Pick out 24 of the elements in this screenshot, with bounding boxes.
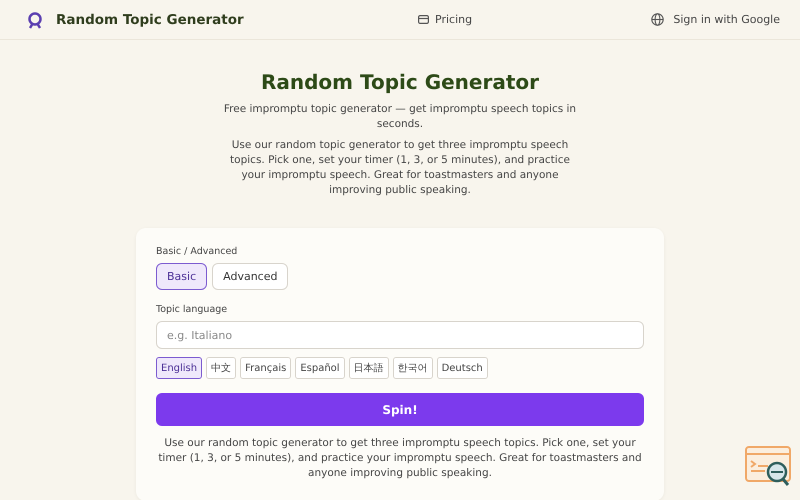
brand-name[interactable]: Random Topic Generator — [56, 12, 244, 28]
card-icon — [418, 15, 429, 24]
language-chip[interactable]: Français — [240, 357, 292, 379]
sign-in-link[interactable]: Sign in with Google — [651, 13, 780, 26]
info-text: Use our random topic generator to get three impromptu speech topics. Pick one, set your timer (1, 3, or 5 minutes), and practice your impromptu speech. Great for toastmasters and anyone improving public speaking. — [157, 436, 643, 481]
language-chip[interactable]: Deutsch — [436, 357, 488, 379]
terminal-search-icon[interactable] — [744, 444, 792, 488]
page-title: Random Topic Generator — [260, 70, 540, 94]
subtitle: Free impromptu topic generator — get impromptu speech topics in seconds. — [222, 102, 578, 132]
pricing-link[interactable]: Pricing — [418, 13, 472, 26]
language-chip[interactable]: 日本語 — [348, 357, 389, 379]
language-chip[interactable]: Español — [295, 357, 345, 379]
mode-toggle[interactable]: Basic — [156, 263, 208, 290]
globe-icon — [651, 13, 664, 26]
language-chip[interactable]: 中文 — [206, 357, 236, 379]
spin-button[interactable]: Spin! — [156, 393, 644, 426]
language-chip[interactable]: English — [156, 357, 202, 379]
language-chip[interactable]: 한국어 — [392, 357, 433, 379]
description: Use our random topic generator to get three impromptu speech topics. Pick one, set your timer (1, 3, or 5 minutes), and practice your impromptu speech. Great for toastmasters and anyone improving public speaking. — [229, 138, 571, 198]
mode-toggle[interactable]: Advanced — [212, 263, 288, 290]
language-label: Topic language — [156, 304, 228, 315]
language-input[interactable]: e.g. Italiano — [156, 321, 644, 349]
mode-label: Basic / Advanced — [156, 246, 238, 257]
logo-icon — [26, 10, 44, 28]
